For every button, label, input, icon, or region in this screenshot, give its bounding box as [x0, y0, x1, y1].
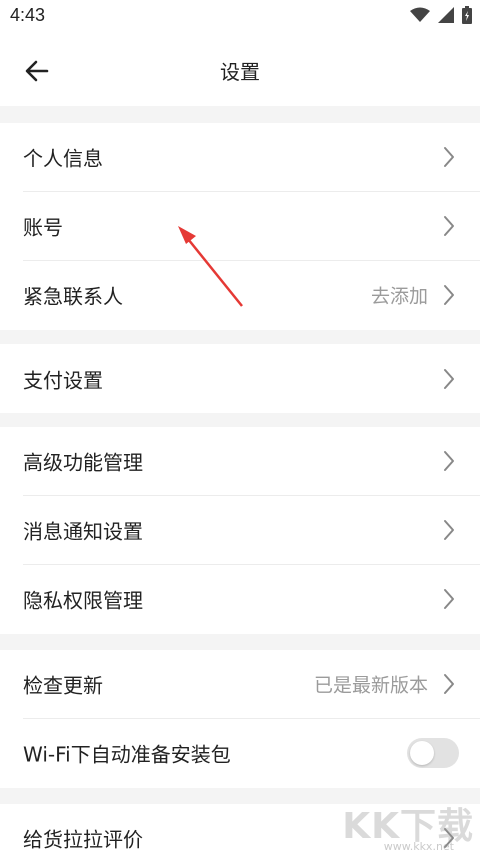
- status-icons: [410, 6, 472, 24]
- settings-item-label: 给货拉拉评价: [23, 827, 143, 852]
- wifi-auto-download-toggle[interactable]: [407, 738, 459, 768]
- settings-item-wifi-auto-download[interactable]: Wi-Fi下自动准备安装包: [0, 719, 480, 787]
- settings-item-label: 消息通知设置: [23, 519, 143, 544]
- settings-item-advanced-features[interactable]: 高级功能管理: [0, 427, 480, 495]
- chevron-right-icon: [444, 216, 454, 236]
- settings-group-update: 检查更新 已是最新版本 Wi-Fi下自动准备安装包: [0, 650, 480, 788]
- status-bar: 4:43: [0, 0, 480, 34]
- chevron-right-icon: [444, 520, 454, 540]
- battery-icon: [462, 6, 472, 24]
- watermark-url: www.kkx.net: [383, 840, 454, 853]
- settings-item-payment[interactable]: 支付设置: [0, 344, 480, 413]
- app-header: 设置: [0, 34, 480, 106]
- settings-item-notifications[interactable]: 消息通知设置: [0, 496, 480, 564]
- settings-item-value: 已是最新版本: [313, 674, 428, 697]
- settings-item-label: 隐私权限管理: [23, 588, 143, 613]
- settings-item-privacy[interactable]: 隐私权限管理: [0, 565, 480, 633]
- page-title: 设置: [220, 60, 260, 84]
- settings-item-check-update[interactable]: 检查更新 已是最新版本: [0, 650, 480, 718]
- toggle-knob: [410, 741, 434, 765]
- chevron-right-icon: [444, 368, 454, 389]
- settings-item-label: Wi-Fi下自动准备安装包: [23, 742, 231, 767]
- signal-icon: [438, 7, 454, 23]
- settings-item-label: 账号: [23, 215, 63, 240]
- chevron-right-icon: [444, 285, 454, 305]
- settings-group-payment: 支付设置: [0, 344, 480, 413]
- annotation-arrow-icon: [178, 226, 243, 307]
- chevron-right-icon: [444, 589, 454, 609]
- status-time: 4:43: [10, 5, 46, 25]
- settings-item-personal-info[interactable]: 个人信息: [0, 123, 480, 191]
- settings-item-label: 检查更新: [23, 673, 103, 698]
- chevron-right-icon: [444, 451, 454, 471]
- settings-item-label: 紧急联系人: [23, 284, 123, 309]
- chevron-right-icon: [444, 674, 454, 694]
- settings-item-value: 去添加: [370, 285, 428, 308]
- settings-item-label: 高级功能管理: [23, 450, 143, 475]
- settings-group-features: 高级功能管理 消息通知设置 隐私权限管理: [0, 427, 480, 634]
- settings-item-label: 支付设置: [23, 368, 103, 392]
- chevron-right-icon: [444, 147, 454, 167]
- wifi-icon: [410, 7, 430, 22]
- settings-item-label: 个人信息: [23, 146, 103, 171]
